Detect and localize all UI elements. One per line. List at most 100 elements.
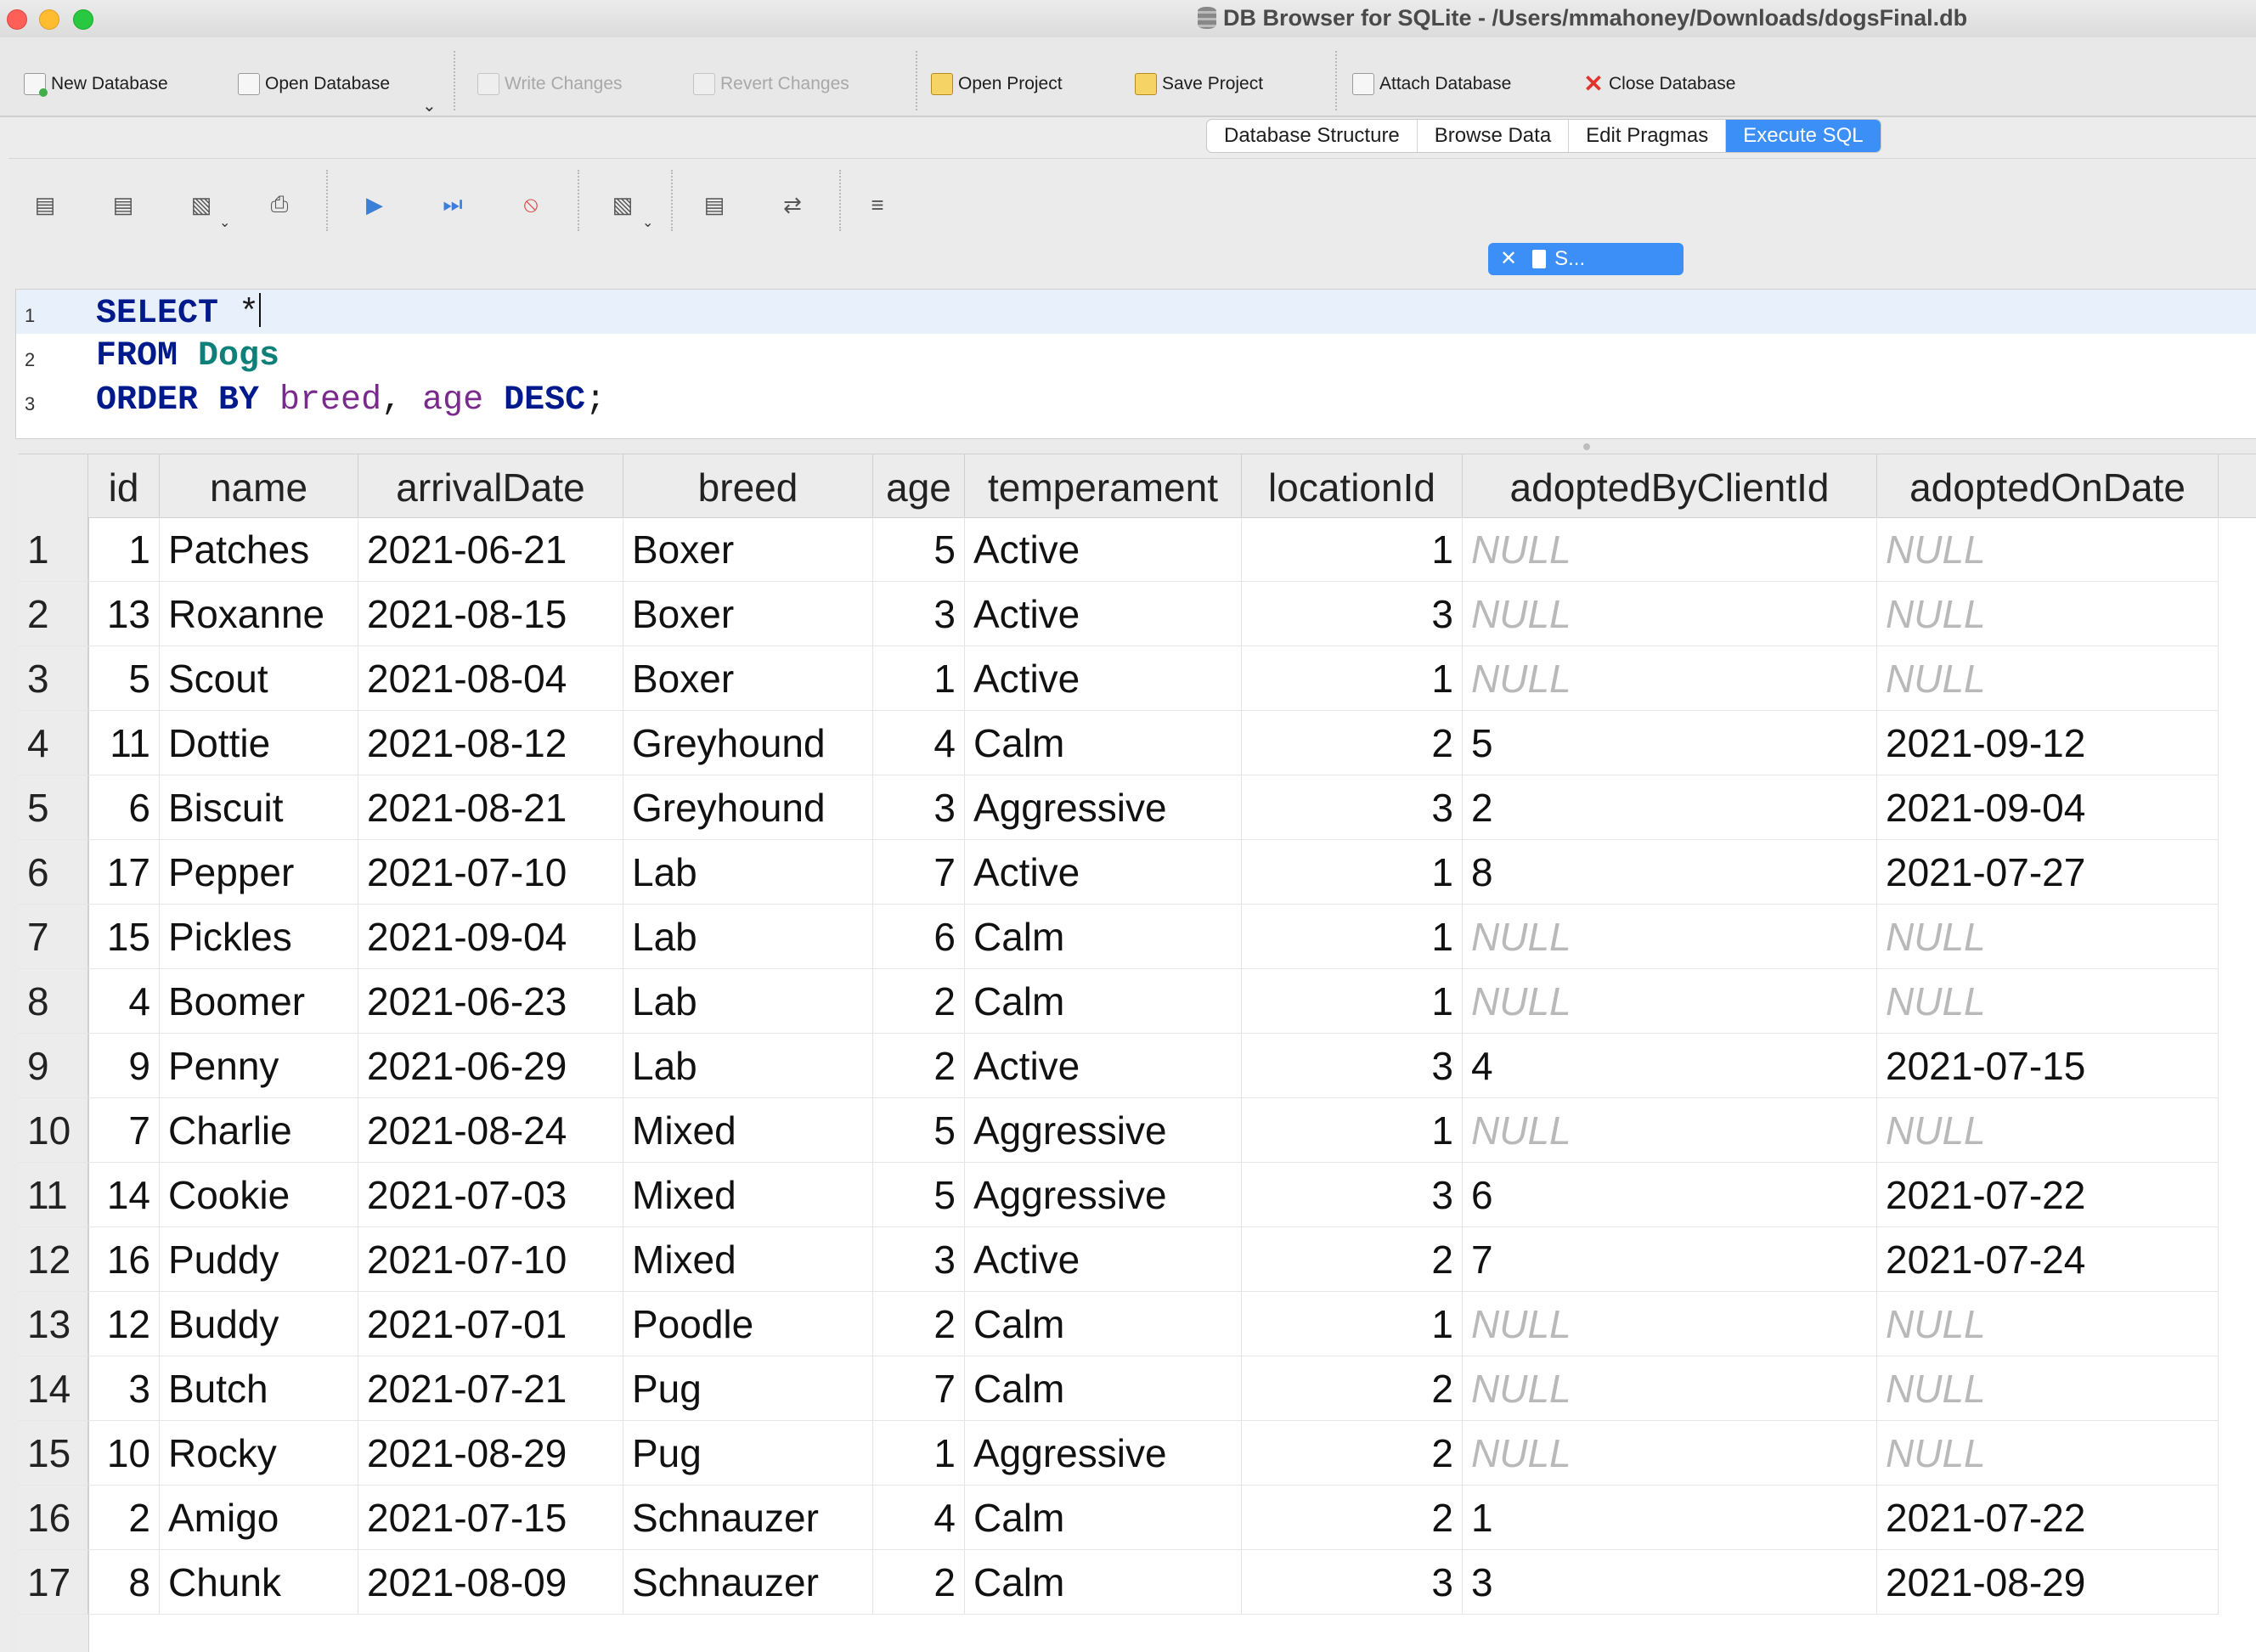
cell-name[interactable]: Pickles <box>160 905 358 969</box>
row-number[interactable]: 14 <box>19 1356 88 1421</box>
cell-temperament[interactable]: Calm <box>965 1486 1242 1550</box>
table-row[interactable]: 8 4 Boomer 2021-06-23 Lab 2 Calm 1 NULL NULL <box>19 969 2256 1034</box>
column-header-age[interactable]: age <box>873 454 965 517</box>
table-row[interactable]: 13 12 Buddy 2021-07-01 Poodle 2 Calm 1 NULL NULL <box>19 1292 2256 1356</box>
print-icon[interactable]: ⎙ <box>265 190 294 219</box>
cell-locationid[interactable]: 1 <box>1242 1098 1463 1163</box>
save-results-icon[interactable]: ▧ <box>608 190 637 219</box>
cell-locationid[interactable]: 3 <box>1242 775 1463 840</box>
cell-temperament[interactable]: Aggressive <box>965 1421 1242 1486</box>
find-icon[interactable]: ▤ <box>700 190 729 219</box>
cell-adoptedbyclientid[interactable]: NULL <box>1463 517 1877 582</box>
cell-name[interactable]: Dottie <box>160 711 358 775</box>
revert-changes-button[interactable]: Revert Changes <box>693 70 849 99</box>
cell-age[interactable]: 5 <box>873 517 965 582</box>
cell-age[interactable]: 3 <box>873 1227 965 1292</box>
cell-locationid[interactable]: 2 <box>1242 1227 1463 1292</box>
cell-age[interactable]: 2 <box>873 1034 965 1098</box>
cell-adoptedondate[interactable]: 2021-07-22 <box>1877 1163 2219 1227</box>
row-number[interactable]: 17 <box>19 1550 88 1615</box>
save-sql-file-icon[interactable]: ▧ <box>187 190 216 219</box>
cell-id[interactable]: 9 <box>88 1034 160 1098</box>
cell-breed[interactable]: Greyhound <box>623 711 873 775</box>
cell-adoptedondate[interactable]: 2021-07-15 <box>1877 1034 2219 1098</box>
cell-age[interactable]: 2 <box>873 1292 965 1356</box>
cell-adoptedondate[interactable]: 2021-07-24 <box>1877 1227 2219 1292</box>
cell-arrivaldate[interactable]: 2021-07-03 <box>358 1163 623 1227</box>
cell-temperament[interactable]: Aggressive <box>965 775 1242 840</box>
cell-age[interactable]: 7 <box>873 840 965 905</box>
cell-temperament[interactable]: Aggressive <box>965 1163 1242 1227</box>
cell-adoptedondate[interactable]: NULL <box>1877 969 2219 1034</box>
cell-name[interactable]: Patches <box>160 517 358 582</box>
cell-temperament[interactable]: Calm <box>965 905 1242 969</box>
table-row[interactable]: 9 9 Penny 2021-06-29 Lab 2 Active 3 4 2021-07-15 <box>19 1034 2256 1098</box>
cell-adoptedbyclientid[interactable]: 6 <box>1463 1163 1877 1227</box>
cell-arrivaldate[interactable]: 2021-07-15 <box>358 1486 623 1550</box>
cell-locationid[interactable]: 1 <box>1242 517 1463 582</box>
cell-breed[interactable]: Boxer <box>623 582 873 646</box>
cell-id[interactable]: 2 <box>88 1486 160 1550</box>
cell-breed[interactable]: Schnauzer <box>623 1486 873 1550</box>
close-window-button[interactable] <box>7 9 27 30</box>
comment-block-icon[interactable]: ≡ <box>863 190 892 219</box>
cell-breed[interactable]: Pug <box>623 1421 873 1486</box>
cell-adoptedbyclientid[interactable]: 1 <box>1463 1486 1877 1550</box>
cell-temperament[interactable]: Active <box>965 646 1242 711</box>
table-row[interactable]: 10 7 Charlie 2021-08-24 Mixed 5 Aggressive 1 NUL… <box>19 1098 2256 1163</box>
table-row[interactable]: 3 5 Scout 2021-08-04 Boxer 1 Active 1 NULL NULL <box>19 646 2256 711</box>
cell-adoptedbyclientid[interactable]: NULL <box>1463 969 1877 1034</box>
close-database-button[interactable]: ✕ Close Database <box>1583 70 1735 99</box>
column-header-adoptedondate[interactable]: adoptedOnDate <box>1877 454 2219 517</box>
tab-database-structure[interactable]: Database Structure <box>1207 120 1418 152</box>
table-row[interactable]: 12 16 Puddy 2021-07-10 Mixed 3 Active 2 7 2021-07… <box>19 1227 2256 1292</box>
open-project-button[interactable]: Open Project <box>931 70 1063 99</box>
open-tab-icon[interactable]: ▤ <box>31 190 59 219</box>
cell-breed[interactable]: Poodle <box>623 1292 873 1356</box>
cell-adoptedondate[interactable]: NULL <box>1877 1292 2219 1356</box>
cell-name[interactable]: Amigo <box>160 1486 358 1550</box>
cell-name[interactable]: Pepper <box>160 840 358 905</box>
cell-locationid[interactable]: 2 <box>1242 711 1463 775</box>
cell-name[interactable]: Boomer <box>160 969 358 1034</box>
table-row[interactable]: 15 10 Rocky 2021-08-29 Pug 1 Aggressive 2 NULL NU… <box>19 1421 2256 1486</box>
table-row[interactable]: 1 1 Patches 2021-06-21 Boxer 5 Active 1 NULL NULL <box>19 517 2256 582</box>
cell-age[interactable]: 1 <box>873 646 965 711</box>
cell-id[interactable]: 15 <box>88 905 160 969</box>
table-row[interactable]: 14 3 Butch 2021-07-21 Pug 7 Calm 2 NULL NULL <box>19 1356 2256 1421</box>
cell-name[interactable]: Roxanne <box>160 582 358 646</box>
cell-arrivaldate[interactable]: 2021-06-21 <box>358 517 623 582</box>
column-header-id[interactable]: id <box>88 454 160 517</box>
stop-execution-icon[interactable]: ⦸ <box>516 190 545 219</box>
row-number[interactable]: 5 <box>19 775 88 840</box>
cell-locationid[interactable]: 1 <box>1242 1292 1463 1356</box>
cell-arrivaldate[interactable]: 2021-08-29 <box>358 1421 623 1486</box>
cell-adoptedondate[interactable]: 2021-09-04 <box>1877 775 2219 840</box>
cell-name[interactable]: Rocky <box>160 1421 358 1486</box>
cell-adoptedbyclientid[interactable]: 8 <box>1463 840 1877 905</box>
cell-breed[interactable]: Pug <box>623 1356 873 1421</box>
cell-locationid[interactable]: 3 <box>1242 1034 1463 1098</box>
cell-arrivaldate[interactable]: 2021-07-01 <box>358 1292 623 1356</box>
cell-temperament[interactable]: Active <box>965 582 1242 646</box>
cell-arrivaldate[interactable]: 2021-08-24 <box>358 1098 623 1163</box>
close-tab-icon[interactable]: ✕ <box>1500 243 1517 275</box>
cell-age[interactable]: 6 <box>873 905 965 969</box>
cell-adoptedbyclientid[interactable]: NULL <box>1463 582 1877 646</box>
cell-breed[interactable]: Boxer <box>623 517 873 582</box>
cell-name[interactable]: Buddy <box>160 1292 358 1356</box>
cell-temperament[interactable]: Calm <box>965 1356 1242 1421</box>
minimize-window-button[interactable] <box>39 9 59 30</box>
cell-adoptedondate[interactable]: NULL <box>1877 517 2219 582</box>
cell-name[interactable]: Butch <box>160 1356 358 1421</box>
cell-adoptedondate[interactable]: NULL <box>1877 1356 2219 1421</box>
column-header-temperament[interactable]: temperament <box>965 454 1242 517</box>
cell-breed[interactable]: Lab <box>623 969 873 1034</box>
cell-breed[interactable]: Mixed <box>623 1163 873 1227</box>
cell-adoptedondate[interactable]: NULL <box>1877 1098 2219 1163</box>
cell-adoptedbyclientid[interactable]: NULL <box>1463 905 1877 969</box>
cell-age[interactable]: 4 <box>873 1486 965 1550</box>
cell-id[interactable]: 17 <box>88 840 160 905</box>
column-header-arrivaldate[interactable]: arrivalDate <box>358 454 623 517</box>
cell-age[interactable]: 5 <box>873 1163 965 1227</box>
